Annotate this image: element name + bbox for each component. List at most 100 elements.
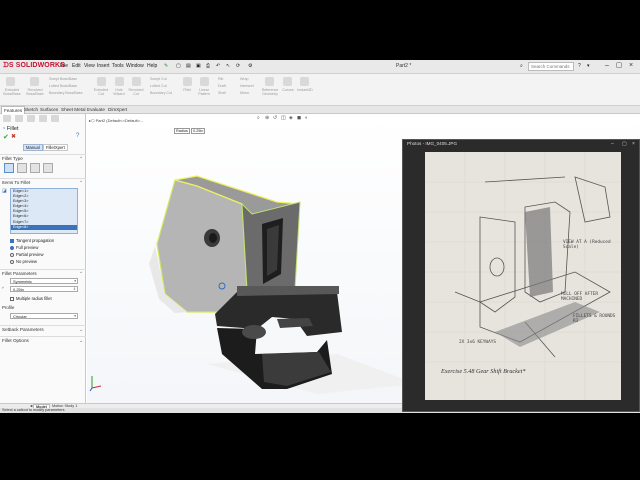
tab-dimxpert[interactable]: DimXpert [108,107,127,112]
reference-geometry-icon[interactable] [265,77,274,86]
list-item-selected[interactable]: Edge<8> [11,224,77,230]
edges-list[interactable]: Edge<1> Edge<2> Edge<3> Edge<4> Edge<5> … [10,188,78,234]
revolved-cut-icon[interactable] [132,77,141,86]
menu-tools[interactable]: Tools [112,63,124,69]
command-tabs: Features Sketch Surfaces Sheet Metal Eva… [0,106,640,114]
linear-pattern-icon[interactable] [200,77,209,86]
exercise-caption: Exercise 5.48 Gear Shift Bracket* [441,368,526,375]
lofted-boss-button[interactable]: Lofted Boss/Base [49,84,77,88]
help-icon[interactable]: ? [578,63,581,69]
setback-parameters-section[interactable]: Setback Parameters ⌄ [0,325,86,332]
boundary-boss-button[interactable]: Boundary Boss/Base [49,91,83,95]
configuration-manager-icon[interactable] [27,115,35,122]
solidworks-logo[interactable]: ᗪS SOLIDWORKS [3,62,65,70]
rib-button[interactable]: Rib [218,77,223,81]
radius-callout-value[interactable]: 0.25in [191,128,206,134]
minimize-button[interactable]: – [611,141,614,147]
swept-cut-button[interactable]: Swept Cut [150,77,167,81]
user-icon[interactable]: ▾ [587,63,590,69]
select-icon[interactable]: ↖ [226,63,230,69]
menu-file[interactable]: File [60,63,68,69]
hole-wizard-button[interactable]: Hole Wizard [110,88,128,96]
radius-input[interactable]: 0.25in ⇕ [10,286,78,292]
print-icon[interactable]: ⎙ [206,63,210,69]
help-icon[interactable]: ? [76,133,79,139]
menu-edit[interactable]: Edit [72,63,81,69]
cancel-button[interactable]: ✖ [11,133,16,140]
pin-icon[interactable]: ✎ [164,63,168,69]
options-icon[interactable]: ⚙ [248,63,252,69]
tangent-propagation-checkbox[interactable]: Tangent propagation [10,238,54,243]
revolved-boss-icon[interactable] [30,77,39,86]
close-button[interactable]: × [632,141,635,147]
tab-sheet-metal[interactable]: Sheet Metal [61,107,86,112]
tab-evaluate[interactable]: Evaluate [87,107,105,112]
fillet-parameters-section[interactable]: Fillet Parameters ⌃ [0,269,86,276]
dimxpert-manager-icon[interactable] [39,115,47,122]
lofted-cut-button[interactable]: Lofted Cut [150,84,167,88]
extruded-boss-icon[interactable] [6,77,15,86]
instant3d-button[interactable]: Instant3D [295,88,315,92]
minimize-button[interactable]: – [602,61,612,71]
photos-window[interactable]: Photos - IMG_0405.JPG – ▢ × VIEW AT A (R… [402,139,640,412]
search-commands-input[interactable]: Search Commands [528,62,574,71]
menu-help[interactable]: Help [147,63,157,69]
no-preview-radio[interactable]: No preview [10,259,37,264]
undo-icon[interactable]: ↶ [216,63,220,69]
save-icon[interactable]: ▣ [196,63,201,69]
hole-wizard-icon[interactable] [115,77,124,86]
menu-window[interactable]: Window [126,63,144,69]
boundary-cut-button[interactable]: Boundary Cut [150,91,172,95]
display-manager-icon[interactable] [51,115,59,122]
shell-button[interactable]: Shell [218,91,226,95]
search-icon: ⌕ [520,63,523,69]
filletxpert-tab[interactable]: FilletXpert [43,144,68,151]
face-fillet-icon[interactable] [30,163,40,173]
manual-tab[interactable]: Manual [23,144,43,151]
extruded-boss-button[interactable]: Extruded Boss/Base [1,88,23,96]
fillet-options-section[interactable]: Fillet Options ⌄ [0,336,86,343]
tab-features[interactable]: Features [1,106,26,114]
new-icon[interactable]: ▢ [176,63,181,69]
profile-select[interactable]: Circular ▾ [10,313,78,319]
tab-sketch[interactable]: Sketch [24,107,38,112]
revolved-cut-button[interactable]: Revolved Cut [127,88,145,96]
extruded-cut-button[interactable]: Extruded Cut [92,88,110,96]
mirror-button[interactable]: Mirror [240,91,249,95]
radius-callout-label[interactable]: Radius [174,128,190,134]
menu-insert[interactable]: Insert [97,63,110,69]
instant3d-icon[interactable] [300,77,309,86]
constant-radius-fillet-icon[interactable] [4,163,14,173]
swept-boss-button[interactable]: Swept Boss/Base [49,77,77,81]
curves-icon[interactable] [283,77,292,86]
extruded-cut-icon[interactable] [97,77,106,86]
fillet-type-section[interactable]: Fillet Type ⌃ [0,154,86,161]
full-round-fillet-icon[interactable] [43,163,53,173]
close-button[interactable]: × [626,61,636,71]
partial-preview-radio[interactable]: Partial preview [10,252,43,257]
maximize-button[interactable]: ▢ [622,141,627,147]
open-icon[interactable]: ▤ [186,63,191,69]
intersect-button[interactable]: Intersect [240,84,254,88]
title-bar: ᗪS SOLIDWORKS File Edit View Insert Tools… [0,60,640,74]
full-preview-radio[interactable]: Full preview [10,245,38,250]
feature-tree-icon[interactable] [3,115,11,122]
ok-button[interactable]: ✔ [3,133,9,141]
photos-window-title: Photos - IMG_0405.JPG [407,141,458,146]
tab-surfaces[interactable]: Surfaces [40,107,58,112]
items-to-fillet-section[interactable]: Items To Fillet ⌃ [0,178,86,185]
property-manager-icon[interactable] [15,115,23,122]
revolved-boss-button[interactable]: Revolved Boss/Base [24,88,46,96]
menu-view[interactable]: View [84,63,95,69]
parameter-method-select[interactable]: Symmetric ▾ [10,278,78,284]
linear-pattern-button[interactable]: Linear Pattern [195,88,213,96]
fillet-icon[interactable] [183,77,192,86]
edge-selection-icon: ◪ [2,188,7,194]
multiple-radius-checkbox[interactable]: Multiple radius fillet [10,296,52,301]
draft-button[interactable]: Draft [218,84,226,88]
rebuild-icon[interactable]: ⟳ [236,63,240,69]
wrap-button[interactable]: Wrap [240,77,249,81]
fillet-button[interactable]: Fillet [178,88,196,92]
maximize-button[interactable]: ▢ [614,61,624,71]
variable-radius-fillet-icon[interactable] [17,163,27,173]
